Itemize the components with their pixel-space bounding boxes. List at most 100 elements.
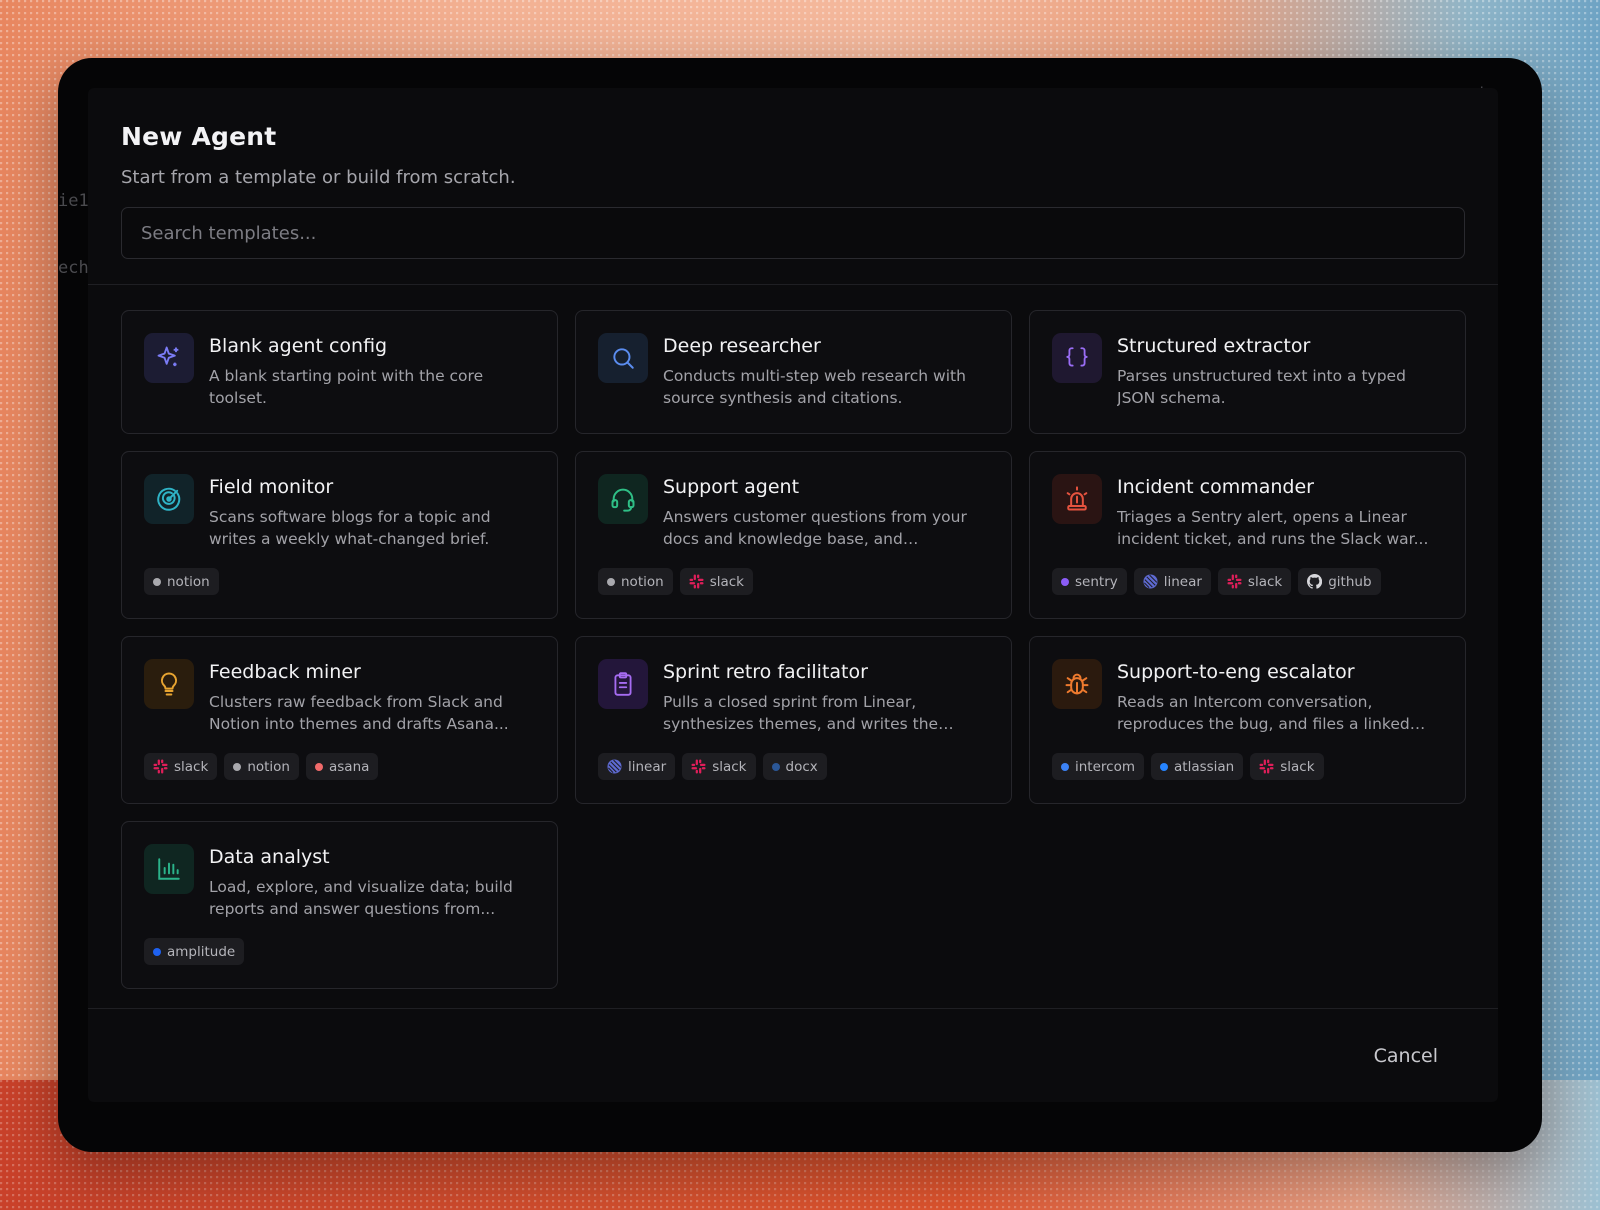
notion-icon [233,762,242,771]
integration-tag-linear: linear [1133,568,1211,595]
asana-icon [315,762,323,771]
radar-icon [144,474,194,524]
integration-tag-label: slack [712,758,747,775]
siren-icon [1052,474,1102,524]
background-text: ie1 [58,191,89,211]
template-title: Feedback miner [209,661,361,683]
template-card-body: Field monitor Scans software blogs for a … [144,474,535,604]
integration-tags: notion [144,568,535,595]
template-card[interactable]: Field monitor Scans software blogs for a … [121,451,558,619]
template-title: Data analyst [209,846,330,868]
notion-icon [153,577,161,586]
docx-icon [771,762,780,771]
template-description: Answers customer questions from your doc… [663,508,967,548]
search-box[interactable] [121,207,1465,259]
integration-tags: amplitude [144,938,535,965]
integration-tags: sentry linear slack github [1052,568,1443,595]
template-title: Blank agent config [209,335,388,357]
integration-tag-linear: linear [598,753,676,780]
intercom-icon [1061,762,1069,771]
background-text: ech [58,258,89,278]
integration-tag-slack: slack [1250,753,1324,780]
template-description: Clusters raw feedback from Slack and Not… [209,693,509,733]
integration-tags: slack notion asana [144,753,535,780]
integration-tag-atlassian: atlassian [1151,753,1244,780]
integration-tag-amplitude: amplitude [144,938,245,965]
integration-tag-label: slack [1280,758,1315,775]
slack-icon [689,574,704,589]
search-input[interactable] [139,221,1447,245]
integration-tag-intercom: intercom [1052,753,1144,780]
template-grid: Blank agent config A blank starting point… [121,310,1466,989]
dialog-subtitle: Start from a template or build from scra… [121,167,516,188]
linear-icon [607,759,622,774]
template-card[interactable]: Structured extractor Parses unstructured … [1029,310,1466,434]
integration-tag-slack: slack [682,753,756,780]
integration-tag-label: sentry [1075,573,1118,590]
template-title: Support agent [663,476,800,498]
cancel-button[interactable]: Cancel [1368,1044,1444,1068]
integration-tag-asana: asana [306,753,379,780]
template-description: A blank starting point with the core too… [209,367,484,407]
template-title: Field monitor [209,476,334,498]
integration-tag-slack: slack [679,568,753,595]
atlassian-icon [1160,762,1168,771]
integration-tag-notion: notion [224,753,299,780]
slack-icon [153,759,168,774]
slack-icon [1227,574,1242,589]
integration-tag-label: notion [167,573,210,590]
slack-icon [1259,759,1274,774]
template-card[interactable]: Deep researcher Conducts multi-step web r… [575,310,1012,434]
integration-tag-label: github [1328,573,1372,590]
integration-tags: linear slack docx [598,753,989,780]
template-title: Deep researcher [663,335,821,357]
template-card-body: Structured extractor Parses unstructured … [1117,333,1443,419]
notion-icon [607,577,615,586]
template-title: Sprint retro facilitator [663,661,868,683]
bar-chart-icon [144,844,194,894]
template-description: Pulls a closed sprint from Linear, synth… [663,693,939,733]
integration-tag-label: docx [785,758,818,775]
integration-tag-label: slack [709,573,744,590]
template-card[interactable]: Support agent Answers customer questions … [575,451,1012,619]
template-description: Scans software blogs for a topic and wri… [209,508,491,548]
integration-tag-sentry: sentry [1052,568,1127,595]
template-card[interactable]: Incident commander Triages a Sentry alert… [1029,451,1466,619]
template-card[interactable]: Data analyst Load, explore, and visualize… [121,821,558,989]
new-agent-dialog: New Agent Start from a template or build… [88,88,1498,1102]
integration-tags: intercom atlassian slack [1052,753,1443,780]
template-title: Structured extractor [1117,335,1311,357]
template-description: Reads an Intercom conversation, reproduc… [1117,693,1410,733]
integration-tag-label: linear [628,758,667,775]
dialog-header: New Agent Start from a template or build… [88,88,1498,285]
template-card[interactable]: Blank agent config A blank starting point… [121,310,558,434]
template-card[interactable]: Feedback miner Clusters raw feedback from… [121,636,558,804]
integration-tag-notion: notion [144,568,219,595]
bug-icon [1052,659,1102,709]
template-description: Load, explore, and visualize data; build… [209,878,513,918]
github-icon [1307,574,1323,589]
amplitude-icon [153,947,161,956]
template-card[interactable]: Support-to-eng escalator Reads an Interco… [1029,636,1466,804]
dialog-footer: Cancel [88,1008,1498,1102]
template-card[interactable]: Sprint retro facilitator Pulls a closed s… [575,636,1012,804]
template-title: Support-to-eng escalator [1117,661,1355,683]
integration-tag-docx: docx [762,753,827,780]
template-description: Parses unstructured text into a typed JS… [1117,367,1406,407]
integration-tag-label: notion [247,758,290,775]
dialog-title: New Agent [121,122,277,151]
template-title: Incident commander [1117,476,1314,498]
slack-icon [691,759,706,774]
template-card-body: Data analyst Load, explore, and visualize… [144,844,535,974]
integration-tag-label: amplitude [167,943,236,960]
integration-tag-label: atlassian [1174,758,1235,775]
template-description: Conducts multi-step web research with so… [663,367,966,407]
template-description: Triages a Sentry alert, opens a Linear i… [1117,508,1429,548]
sparkles-icon [144,333,194,383]
template-card-body: Support agent Answers customer questions … [598,474,989,604]
template-card-body: Deep researcher Conducts multi-step web r… [663,333,989,419]
template-card-body: Incident commander Triages a Sentry alert… [1052,474,1443,604]
integration-tag-notion: notion [598,568,673,595]
integration-tag-github: github [1298,568,1381,595]
integration-tag-slack: slack [144,753,218,780]
